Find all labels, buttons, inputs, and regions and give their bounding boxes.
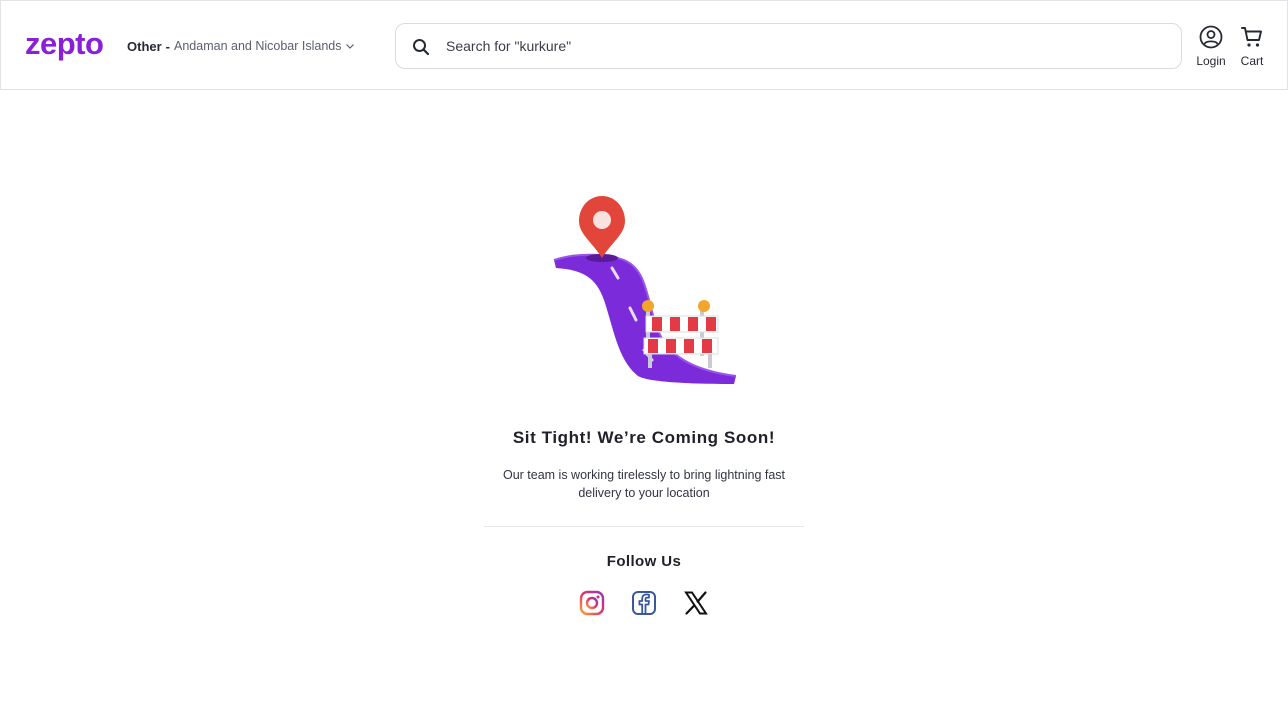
logo-text: zepto: [25, 30, 103, 61]
coming-soon-subtitle: Our team is working tirelessly to bring …: [502, 468, 786, 500]
divider: [484, 526, 804, 527]
coming-soon-illustration: [553, 196, 737, 384]
cart-label: Cart: [1240, 54, 1264, 68]
top-header: zepto Other - Andaman and Nicobar Island…: [0, 0, 1288, 90]
x-icon[interactable]: [683, 590, 709, 616]
user-icon: [1199, 25, 1223, 49]
location-separator: -: [165, 38, 171, 54]
login-button[interactable]: Login: [1193, 25, 1229, 68]
follow-us-heading: Follow Us: [606, 553, 682, 570]
coming-soon-title: Sit Tight! We’re Coming Soon!: [512, 428, 776, 447]
search-input[interactable]: [446, 34, 1146, 58]
login-label: Login: [1196, 54, 1226, 68]
location-label: Other: [127, 38, 162, 54]
instagram-icon[interactable]: [579, 590, 605, 616]
location-selector[interactable]: Other - Andaman and Nicobar Islands: [127, 37, 355, 55]
cart-button[interactable]: Cart: [1238, 25, 1266, 68]
zepto-logo[interactable]: zepto: [25, 30, 117, 62]
cart-icon: [1241, 27, 1262, 47]
facebook-icon[interactable]: [631, 590, 657, 616]
chevron-down-icon: [346, 44, 355, 49]
search-icon[interactable]: [412, 38, 430, 56]
search-bar[interactable]: [395, 23, 1182, 69]
location-value: Andaman and Nicobar Islands: [174, 39, 342, 53]
